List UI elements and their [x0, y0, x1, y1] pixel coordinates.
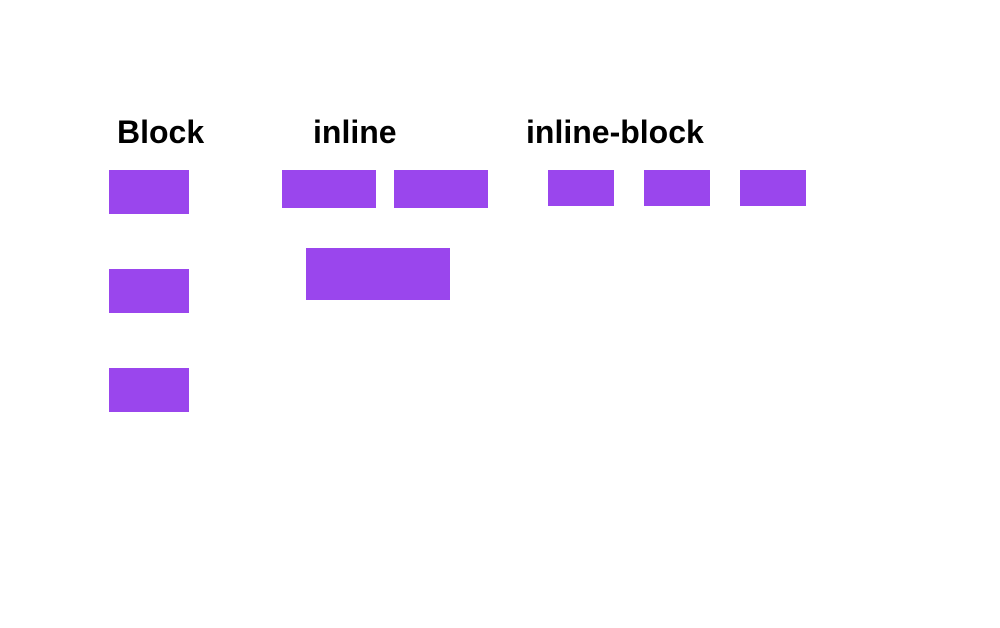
heading-inline: inline: [313, 114, 397, 151]
inline-block-box: [548, 170, 614, 206]
inline-box: [306, 248, 450, 300]
block-box: [109, 269, 189, 313]
heading-block: Block: [117, 114, 204, 151]
heading-inline-block: inline-block: [526, 114, 704, 151]
inline-box: [282, 170, 376, 208]
block-box: [109, 368, 189, 412]
block-box: [109, 170, 189, 214]
inline-block-box: [644, 170, 710, 206]
inline-block-box: [740, 170, 806, 206]
inline-box: [394, 170, 488, 208]
